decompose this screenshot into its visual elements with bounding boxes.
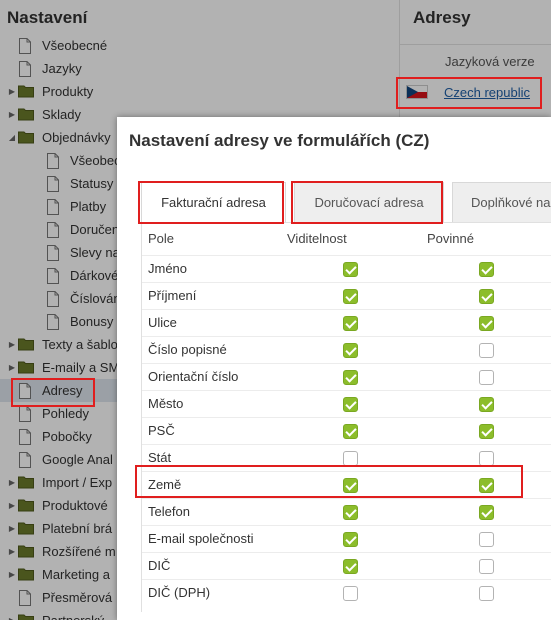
visibility-cell [281, 443, 421, 471]
required-checkbox[interactable] [479, 342, 494, 358]
field-name: Příjmení [142, 281, 281, 309]
visibility-cell [281, 497, 421, 525]
required-cell [421, 578, 551, 606]
visibility-checkbox[interactable] [343, 396, 358, 412]
required-cell [421, 389, 551, 417]
required-cell [421, 362, 551, 390]
visibility-checkbox[interactable] [343, 504, 358, 520]
required-checkbox[interactable] [479, 261, 494, 277]
visibility-cell [281, 551, 421, 579]
visibility-checkbox[interactable] [343, 585, 358, 601]
required-checkbox[interactable] [479, 369, 494, 385]
address-tabs: Fakturační adresa Doručovací adresa Dopl… [141, 182, 551, 222]
visibility-cell [281, 281, 421, 309]
required-cell [421, 335, 551, 363]
table-row: Město [142, 389, 551, 417]
visibility-checkbox[interactable] [343, 531, 358, 547]
field-name: Orientační číslo [142, 362, 281, 390]
table-row: Stát [142, 443, 551, 471]
visibility-checkbox[interactable] [343, 369, 358, 385]
visibility-cell [281, 524, 421, 552]
field-name: Stát [142, 443, 281, 471]
table-row: Ulice [142, 308, 551, 336]
table-row: Orientační číslo [142, 362, 551, 390]
required-checkbox[interactable] [479, 396, 494, 412]
required-cell [421, 281, 551, 309]
required-checkbox[interactable] [479, 288, 494, 304]
tab-delivery-address[interactable]: Doručovací adresa [294, 182, 444, 222]
required-cell [421, 551, 551, 579]
required-checkbox[interactable] [479, 315, 494, 331]
fields-table-container: Pole Viditelnost Povinné Jméno Příjmení Ul… [141, 222, 551, 612]
column-header-field: Pole [148, 231, 175, 247]
table-row: DIČ (DPH) [142, 578, 551, 606]
visibility-cell [281, 389, 421, 417]
required-cell [421, 254, 551, 282]
visibility-checkbox[interactable] [343, 261, 358, 277]
visibility-checkbox[interactable] [343, 342, 358, 358]
table-row: Jméno [142, 254, 551, 282]
table-row: E-mail společnosti [142, 524, 551, 552]
required-cell [421, 470, 551, 498]
required-checkbox[interactable] [479, 477, 494, 493]
visibility-checkbox[interactable] [343, 477, 358, 493]
table-row: Příjmení [142, 281, 551, 309]
field-name: Země [142, 470, 281, 498]
required-checkbox[interactable] [479, 558, 494, 574]
table-row: Číslo popisné [142, 335, 551, 363]
visibility-checkbox[interactable] [343, 315, 358, 331]
required-checkbox[interactable] [479, 585, 494, 601]
column-header-required: Povinné [427, 231, 474, 247]
required-checkbox[interactable] [479, 504, 494, 520]
required-cell [421, 497, 551, 525]
field-name: Ulice [142, 308, 281, 336]
address-fields-table: Pole Viditelnost Povinné Jméno Příjmení Ul… [142, 223, 551, 606]
address-settings-modal: Nastavení adresy ve formulářích (CZ) Fak… [117, 117, 551, 620]
visibility-cell [281, 578, 421, 606]
visibility-checkbox[interactable] [343, 450, 358, 466]
modal-title: Nastavení adresy ve formulářích (CZ) [129, 131, 430, 150]
field-name: Číslo popisné [142, 335, 281, 363]
field-name: Město [142, 389, 281, 417]
tab-billing-address[interactable]: Fakturační adresa [141, 182, 286, 222]
required-cell [421, 524, 551, 552]
visibility-checkbox[interactable] [343, 558, 358, 574]
required-cell [421, 416, 551, 444]
table-header-row: Pole Viditelnost Povinné [142, 223, 551, 255]
visibility-cell [281, 416, 421, 444]
visibility-checkbox[interactable] [343, 423, 358, 439]
visibility-cell [281, 362, 421, 390]
required-checkbox[interactable] [479, 531, 494, 547]
visibility-cell [281, 308, 421, 336]
field-name: DIČ (DPH) [142, 578, 281, 606]
required-checkbox[interactable] [479, 450, 494, 466]
field-name: PSČ [142, 416, 281, 444]
visibility-cell [281, 254, 421, 282]
table-row: PSČ [142, 416, 551, 444]
required-cell [421, 443, 551, 471]
visibility-checkbox[interactable] [343, 288, 358, 304]
visibility-cell [281, 335, 421, 363]
table-row: DIČ [142, 551, 551, 579]
required-cell [421, 308, 551, 336]
field-name: DIČ [142, 551, 281, 579]
field-name: E-mail společnosti [142, 524, 281, 552]
tab-additional[interactable]: Doplňkové na [452, 182, 551, 222]
required-checkbox[interactable] [479, 423, 494, 439]
field-name: Telefon [142, 497, 281, 525]
table-row: Telefon [142, 497, 551, 525]
field-name: Jméno [142, 254, 281, 282]
table-row: Země [142, 470, 551, 498]
column-header-visibility: Viditelnost [287, 231, 347, 247]
visibility-cell [281, 470, 421, 498]
